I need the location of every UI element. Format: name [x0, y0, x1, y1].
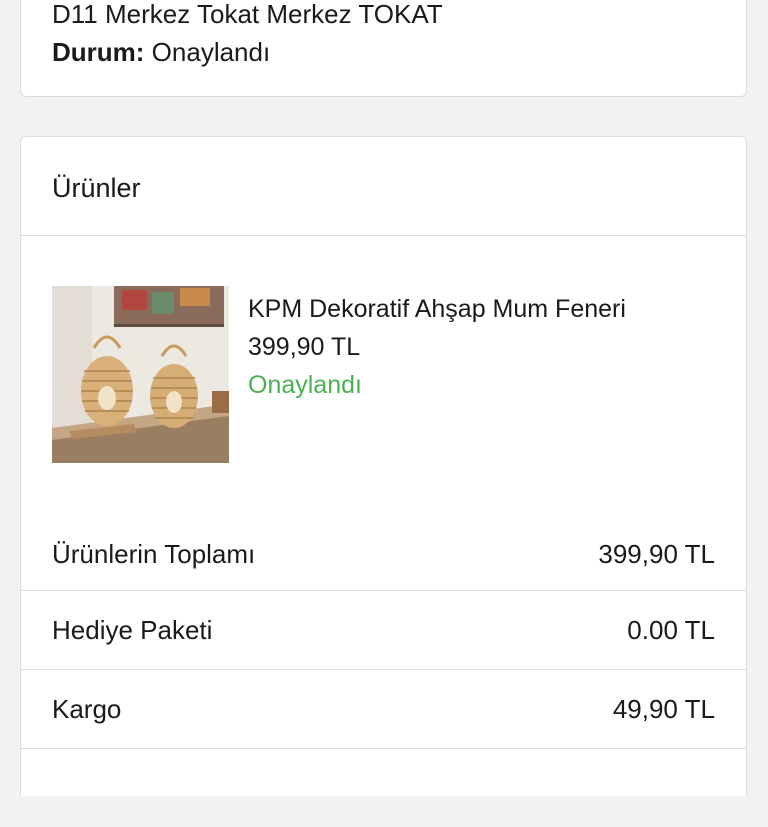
summary-row-gift-wrap: Hediye Paketi 0.00 TL — [21, 590, 746, 669]
order-status: Durum: Onaylandı — [52, 35, 270, 69]
order-status-label: Durum: — [52, 37, 145, 67]
bamboo-lantern-photo-icon — [52, 286, 229, 463]
summary-value: 49,90 TL — [612, 694, 715, 724]
product-name[interactable]: KPM Dekoratif Ahşap Mum Feneri — [248, 292, 626, 326]
delivery-address: D11 Merkez Tokat Merkez TOKAT — [52, 0, 443, 29]
product-image[interactable] — [52, 286, 229, 463]
product-price: 399,90 TL — [248, 333, 361, 361]
products-header: Ürünler — [21, 137, 746, 236]
summary-label: Hediye Paketi — [52, 615, 213, 645]
summary-row-subtotal: Ürünlerin Toplamı 399,90 TL — [21, 515, 746, 594]
summary-label: Kargo — [52, 694, 122, 724]
summary-row-shipping: Kargo 49,90 TL — [21, 669, 746, 748]
order-status-value: Onaylandı — [151, 37, 271, 67]
summary-row-next — [21, 748, 746, 827]
summary-value: 0.00 TL — [627, 615, 715, 645]
summary-label: Ürünlerin Toplamı — [52, 539, 256, 569]
delivery-address-card: D11 Merkez Tokat Merkez TOKAT Durum: Ona… — [20, 0, 747, 97]
summary-value: 399,90 TL — [598, 539, 715, 569]
product-status: Onaylandı — [248, 371, 362, 399]
products-card: Ürünler KPM Dekoratif Ahşap Mum Feneri 3… — [20, 136, 747, 796]
products-title: Ürünler — [52, 173, 141, 203]
